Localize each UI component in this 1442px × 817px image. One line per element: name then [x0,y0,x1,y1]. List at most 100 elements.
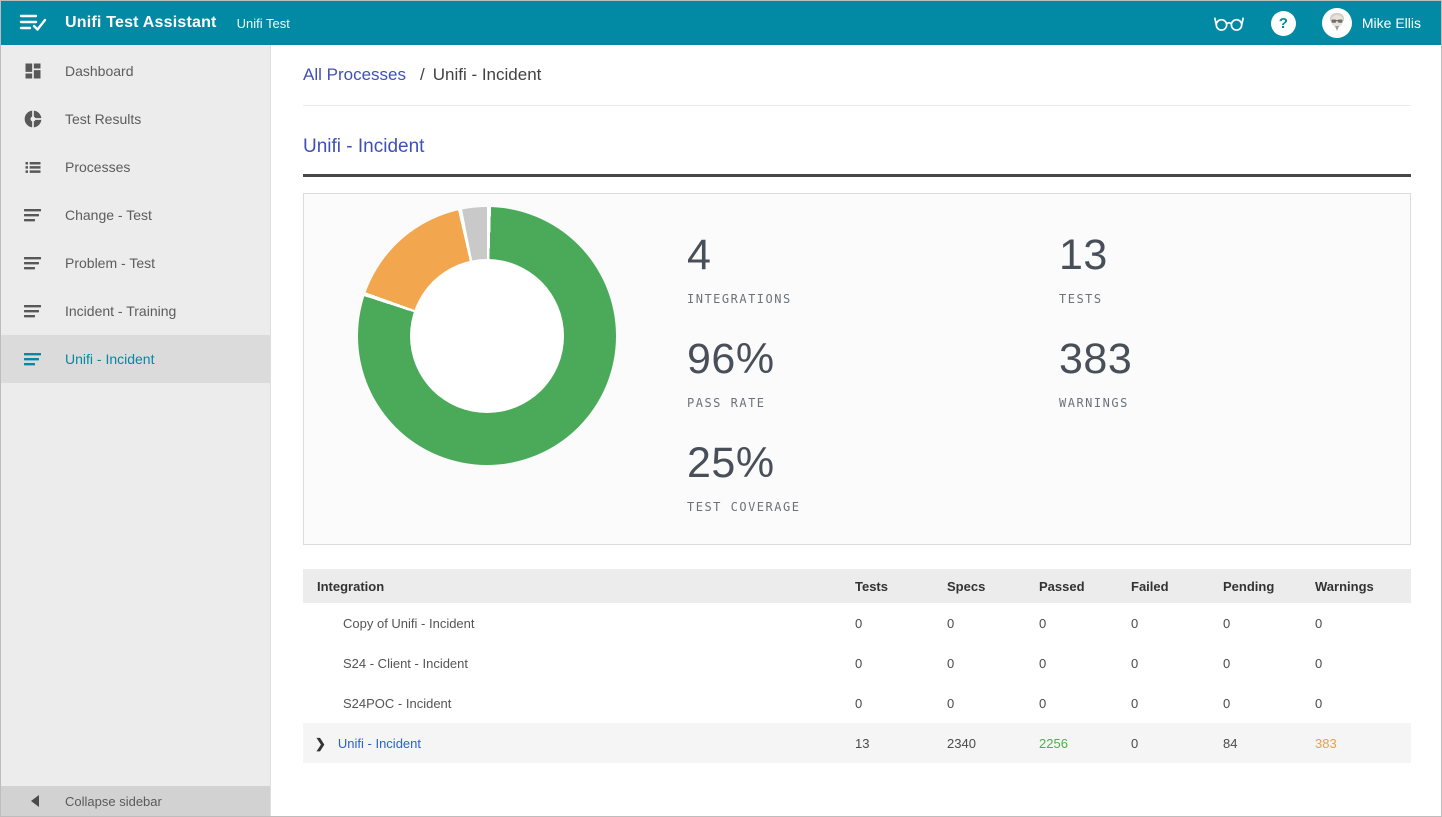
stat-pass-rate: 96% PASS RATE [687,338,800,410]
cell-tests: 0 [855,656,947,671]
sidebar-item-label: Dashboard [65,63,134,79]
stats-column-2: 13 TESTS 383 WARNINGS [1059,234,1132,442]
cell-warnings: 0 [1315,696,1411,711]
sidebar-item-label: Unifi - Incident [65,351,154,367]
main-content: All Processes / Unifi - Incident Unifi -… [271,45,1441,816]
cell-specs: 0 [947,696,1039,711]
integration-name: S24POC - Incident [303,696,855,711]
collapse-arrow-icon [31,795,39,807]
sidebar: Dashboard Test Results Processes [1,45,271,816]
cell-tests: 0 [855,616,947,631]
integrations-table: Integration Tests Specs Passed Failed Pe… [303,569,1411,763]
breadcrumb-separator: / [420,65,425,85]
column-header-specs: Specs [947,579,1039,594]
cell-specs: 0 [947,656,1039,671]
stats-column-1: 4 INTEGRATIONS 96% PASS RATE 25% TEST CO… [687,234,800,546]
breadcrumb-current: Unifi - Incident [433,65,542,85]
cell-passed: 2256 [1039,736,1131,751]
breadcrumb-all-processes-link[interactable]: All Processes [303,65,406,85]
sidebar-item-change-test[interactable]: Change - Test [1,191,270,239]
process-lines-icon [23,206,43,224]
table-row: S24POC - Incident 0 0 0 0 0 0 [303,683,1411,723]
sidebar-item-test-results[interactable]: Test Results [1,95,270,143]
column-header-warnings: Warnings [1315,579,1411,594]
stat-label: TEST COVERAGE [687,500,800,514]
integration-name: S24 - Client - Incident [303,656,855,671]
dashboard-icon [23,61,43,81]
table-row: Copy of Unifi - Incident 0 0 0 0 0 0 [303,603,1411,643]
sidebar-item-dashboard[interactable]: Dashboard [1,47,270,95]
stat-tests: 13 TESTS [1059,234,1132,306]
sidebar-item-problem-test[interactable]: Problem - Test [1,239,270,287]
column-header-passed: Passed [1039,579,1131,594]
breadcrumb: All Processes / Unifi - Incident [303,45,1411,106]
cell-passed: 0 [1039,656,1131,671]
table-row: S24 - Client - Incident 0 0 0 0 0 0 [303,643,1411,683]
glasses-icon[interactable] [1213,12,1245,34]
cell-failed: 0 [1131,656,1223,671]
sidebar-item-label: Incident - Training [65,303,176,319]
stat-warnings: 383 WARNINGS [1059,338,1132,410]
column-header-integration: Integration [303,579,855,594]
sidebar-item-label: Test Results [65,111,141,127]
stat-integrations: 4 INTEGRATIONS [687,234,800,306]
sidebar-item-incident-training[interactable]: Incident - Training [1,287,270,335]
stat-label: TESTS [1059,292,1132,306]
menu-check-icon[interactable] [19,11,49,35]
stat-test-coverage: 25% TEST COVERAGE [687,442,800,514]
app-header: Unifi Test Assistant Unifi Test ? [1,1,1441,45]
sidebar-item-label: Problem - Test [65,255,155,271]
app-window: Unifi Test Assistant Unifi Test ? [0,0,1442,817]
cell-passed: 0 [1039,616,1131,631]
user-avatar [1322,8,1352,38]
expand-chevron-icon[interactable]: ❯ [315,737,326,750]
donut-hole [410,259,564,413]
list-icon [23,157,43,177]
cell-tests: 0 [855,696,947,711]
cell-failed: 0 [1131,696,1223,711]
process-lines-icon [23,302,43,320]
stat-value: 4 [687,234,800,277]
collapse-sidebar-button[interactable]: Collapse sidebar [1,786,270,816]
cell-specs: 0 [947,616,1039,631]
integration-name: Copy of Unifi - Incident [303,616,855,631]
summary-panel: 4 INTEGRATIONS 96% PASS RATE 25% TEST CO… [303,193,1411,545]
sidebar-item-unifi-incident[interactable]: Unifi - Incident [1,335,270,383]
help-icon[interactable]: ? [1271,11,1296,36]
sidebar-item-processes[interactable]: Processes [1,143,270,191]
page-title: Unifi - Incident [303,136,1411,158]
stat-value: 13 [1059,234,1132,277]
cell-pending: 84 [1223,736,1315,751]
user-menu[interactable]: Mike Ellis [1322,8,1421,38]
integration-link[interactable]: Unifi - Incident [338,736,421,751]
sidebar-item-label: Processes [65,159,130,175]
donut-icon [23,109,43,129]
cell-tests: 13 [855,736,947,751]
column-header-pending: Pending [1223,579,1315,594]
section-header: Unifi - Incident [303,106,1411,177]
collapse-label: Collapse sidebar [65,794,162,809]
header-actions: ? Mike Ellis [1213,8,1421,38]
user-name: Mike Ellis [1362,15,1421,31]
cell-pending: 0 [1223,696,1315,711]
stat-value: 25% [687,442,800,485]
app-title: Unifi Test Assistant [65,14,217,32]
title-underline [303,174,1411,177]
cell-warnings: 0 [1315,656,1411,671]
table-row-unifi-incident: ❯ Unifi - Incident 13 2340 2256 0 84 383 [303,723,1411,763]
stat-label: WARNINGS [1059,396,1132,410]
stat-label: PASS RATE [687,396,800,410]
stat-value: 96% [687,338,800,381]
cell-warnings: 0 [1315,616,1411,631]
cell-passed: 0 [1039,696,1131,711]
stat-label: INTEGRATIONS [687,292,800,306]
app-subtitle: Unifi Test [237,16,290,31]
cell-specs: 2340 [947,736,1039,751]
cell-pending: 0 [1223,616,1315,631]
cell-failed: 0 [1131,736,1223,751]
cell-failed: 0 [1131,616,1223,631]
cell-pending: 0 [1223,656,1315,671]
column-header-failed: Failed [1131,579,1223,594]
donut-chart [358,207,616,465]
cell-warnings: 383 [1315,736,1411,751]
